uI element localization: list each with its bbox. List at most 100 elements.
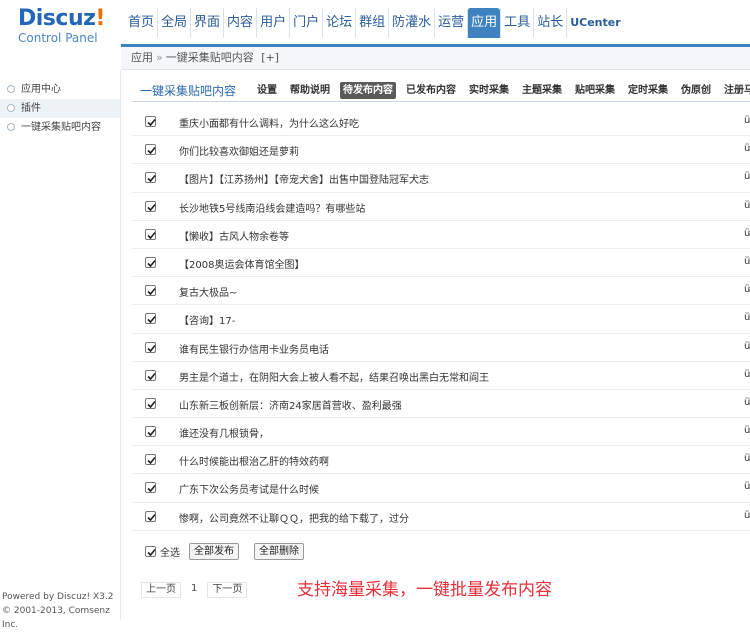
item-title[interactable]: 山东新三板创新层：济南24家居首营收、盈利最强 — [179, 397, 402, 412]
row-action-cut[interactable]: ü — [744, 369, 750, 380]
header: Discuz! Control Panel 首页 全局 界面 内容 用户 门户 论坛 群组 防灌… — [0, 0, 750, 45]
item-title[interactable]: 谁还没有几根锁骨， — [179, 425, 269, 440]
breadcrumb-root[interactable]: 应用 — [131, 51, 153, 64]
tab-6[interactable]: 贴吧采集 — [572, 82, 618, 99]
row-checkbox[interactable] — [145, 116, 156, 127]
bullet-icon — [7, 123, 15, 131]
breadcrumb: 应用» 一键采集贴吧内容 [+] — [121, 44, 750, 70]
nav-item-4[interactable]: 用户 — [256, 8, 289, 38]
row-action-cut[interactable]: ü — [744, 481, 750, 492]
discuz-logo[interactable]: Discuz! Control Panel — [18, 8, 122, 48]
nav-item-8[interactable]: 防灌水 — [388, 8, 434, 38]
row-action-cut[interactable]: ü — [744, 425, 750, 436]
item-title[interactable]: 男主是个道士，在阴阳大会上被人看不起，结果召唤出黑白无常和阎王 — [179, 369, 489, 384]
next-page-link[interactable]: 下一页 — [207, 582, 248, 598]
promo-caption: 支持海量采集，一键批量发布内容 — [297, 580, 552, 600]
sidebar-item-2[interactable]: 一键采集贴吧内容 — [0, 118, 120, 137]
row-action-cut[interactable]: ü — [744, 228, 750, 239]
tab-0[interactable]: 设置 — [254, 82, 280, 99]
row-action-cut[interactable]: ü — [744, 341, 750, 352]
row-action-cut[interactable]: ü — [744, 171, 750, 182]
tab-1[interactable]: 帮助说明 — [287, 82, 333, 99]
check-icon — [147, 288, 156, 296]
publish-all-button[interactable]: 全部发布 — [189, 542, 239, 560]
breadcrumb-separator: » — [156, 51, 163, 64]
item-title[interactable]: 【2008奥运会体育馆全图】 — [179, 256, 304, 271]
select-all-label[interactable]: 全选 — [160, 544, 180, 559]
check-icon — [147, 457, 156, 465]
row-action-cut[interactable]: ü — [744, 200, 750, 211]
tab-9[interactable]: 注册马甲 — [721, 82, 750, 99]
pending-list: 重庆小面都有什么调料，为什么这么好吃 ü 你们比较喜欢御姐还是萝莉 ü 【图片】【江苏扬… — [132, 108, 750, 531]
row-checkbox[interactable] — [145, 510, 156, 522]
row-checkbox[interactable] — [145, 285, 156, 297]
check-icon — [147, 118, 156, 127]
item-title[interactable]: 你们比较喜欢御姐还是萝莉 — [179, 143, 299, 158]
row-checkbox[interactable] — [145, 369, 156, 381]
item-title[interactable]: 谁有民生银行办信用卡业务员电话 — [179, 341, 329, 356]
nav-item-10[interactable]: 应用 — [467, 8, 501, 38]
select-all-checkbox[interactable] — [145, 545, 156, 557]
tab-4[interactable]: 实时采集 — [466, 82, 512, 99]
check-icon — [147, 175, 156, 183]
row-action-cut[interactable]: ü — [744, 453, 750, 464]
row-checkbox[interactable] — [145, 482, 156, 494]
nav-item-3[interactable]: 内容 — [223, 8, 256, 38]
tab-5[interactable]: 主题采集 — [519, 82, 565, 99]
check-icon — [147, 259, 156, 268]
current-page: 1 — [191, 583, 198, 594]
tab-2[interactable]: 待发布内容 — [340, 81, 397, 99]
prev-page-link[interactable]: 上一页 — [141, 582, 181, 598]
row-action-cut[interactable]: ü — [744, 256, 750, 267]
item-title[interactable]: 【懒收】古风人物余卷等 — [179, 228, 289, 243]
item-title[interactable]: 复古大极品~ — [179, 284, 237, 299]
nav-item-9[interactable]: 运营 — [434, 8, 467, 38]
item-title[interactable]: 什么时候能出根治乙肝的特效药啊 — [179, 453, 329, 468]
item-title[interactable]: 【图片】【江苏扬州】【帝宠犬舍】出售中国登陆冠军犬志 — [179, 171, 429, 186]
list-item: 【咨询】17- ü — [132, 305, 750, 334]
tab-7[interactable]: 定时采集 — [625, 82, 671, 99]
nav-item-1[interactable]: 全局 — [157, 8, 190, 38]
row-checkbox[interactable] — [145, 172, 156, 184]
nav-item-0[interactable]: 首页 — [125, 8, 157, 38]
tab-8[interactable]: 伪原创 — [678, 82, 714, 99]
check-icon — [147, 513, 156, 521]
powered-by-text: Powered by Discuz! X3.2 — [2, 592, 114, 602]
tab-3[interactable]: 已发布内容 — [403, 82, 459, 99]
row-action-cut[interactable]: ü — [744, 397, 750, 408]
breadcrumb-add-link[interactable]: [+] — [261, 51, 279, 64]
nav-item-5[interactable]: 门户 — [289, 8, 322, 38]
item-title[interactable]: 广东下次公务员考试是什么时候 — [179, 481, 319, 496]
sidebar-item-1[interactable]: 插件 — [0, 99, 120, 118]
check-icon — [147, 316, 156, 324]
row-action-cut[interactable]: ü — [744, 510, 750, 521]
breadcrumb-current: 一键采集贴吧内容 — [165, 51, 254, 64]
row-action-cut[interactable]: ü — [744, 143, 750, 154]
row-checkbox[interactable] — [145, 200, 156, 212]
nav-item-6[interactable]: 论坛 — [322, 8, 355, 38]
item-title[interactable]: 惨啊，公司竟然不让聊ＱＱ，把我的给下载了，过分 — [179, 510, 409, 525]
row-action-cut[interactable]: ü — [744, 115, 750, 126]
row-checkbox[interactable] — [145, 228, 156, 240]
nav-item-11[interactable]: 工具 — [500, 8, 533, 38]
row-checkbox[interactable] — [145, 313, 156, 325]
row-checkbox[interactable] — [145, 397, 156, 409]
item-title[interactable]: 重庆小面都有什么调料，为什么这么好吃 — [179, 115, 359, 130]
nav-item-7[interactable]: 群组 — [355, 8, 388, 38]
row-action-cut[interactable]: ü — [744, 312, 750, 323]
row-action-cut[interactable]: ü — [744, 284, 750, 295]
sidebar-item-0[interactable]: 应用中心 — [0, 80, 120, 99]
sidebar-footer: Powered by Discuz! X3.2 © 2001-2013, Com… — [2, 590, 120, 632]
row-checkbox[interactable] — [145, 454, 156, 466]
item-title[interactable]: 长沙地铁5号线南沿线会建造吗？有哪些站 — [179, 200, 365, 215]
row-checkbox[interactable] — [145, 426, 156, 438]
nav-item-12[interactable]: 站长 — [533, 8, 566, 38]
item-title[interactable]: 【咨询】17- — [179, 312, 235, 327]
row-checkbox[interactable] — [145, 144, 156, 156]
nav-item-2[interactable]: 界面 — [190, 8, 223, 38]
nav-item-13[interactable]: UCenter — [566, 8, 623, 38]
tab-divider — [132, 101, 750, 102]
row-checkbox[interactable] — [145, 256, 156, 268]
delete-all-button[interactable]: 全部删除 — [254, 542, 304, 560]
row-checkbox[interactable] — [145, 341, 156, 353]
